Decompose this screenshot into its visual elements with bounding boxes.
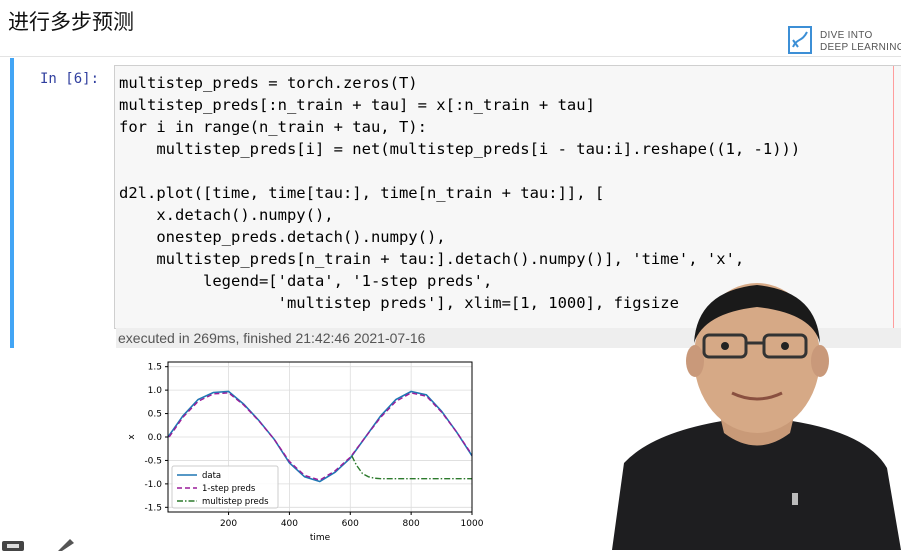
legend-entry: 1-step preds — [202, 484, 256, 494]
x-tick-label: 800 — [403, 519, 420, 529]
code-line: d2l.plot([time, time[tau:], time[n_train… — [119, 184, 605, 202]
y-tick-label: 0.5 — [148, 410, 162, 420]
x-tick-label: 400 — [281, 519, 298, 529]
logo-line-1: DIVE INTO — [820, 30, 873, 41]
x-tick-label: 600 — [342, 519, 359, 529]
y-tick-label: -1.5 — [144, 503, 162, 513]
legend-entry: multistep preds — [202, 497, 269, 507]
dive-into-deep-learning-logo: DIVE INTO DEEP LEARNING — [788, 26, 901, 56]
dive-into-deep-learning-logo-icon — [788, 26, 812, 54]
logo-text: DIVE INTO DEEP LEARNING — [820, 30, 901, 54]
code-text[interactable]: multistep_preds = torch.zeros(T) multist… — [119, 72, 800, 314]
code-line: multistep_preds[i] = net(multistep_preds… — [119, 140, 801, 158]
shirt-logo — [792, 493, 798, 505]
code-line: for i in range(n_train + tau, T): — [119, 118, 427, 136]
y-axis-label: x — [127, 434, 137, 440]
y-tick-label: -1.0 — [144, 480, 162, 490]
presenter-video-overlay — [612, 283, 901, 550]
bottom-toolbar — [0, 536, 90, 551]
pencil-icon[interactable] — [58, 539, 74, 551]
x-tick-label: 200 — [220, 519, 237, 529]
presenter-ear-right — [811, 345, 829, 377]
x-tick-label: 1000 — [461, 519, 484, 529]
code-line: multistep_preds = torch.zeros(T) — [119, 74, 418, 92]
cell-prompt: In [6]: — [40, 71, 100, 87]
y-tick-label: 1.5 — [148, 363, 162, 373]
x-axis-label: time — [310, 533, 331, 542]
y-tick-label: -0.5 — [144, 456, 162, 466]
legend-entry: data — [202, 471, 221, 481]
code-line: 'multistep preds'], xlim=[1, 1000], figs… — [119, 294, 679, 312]
logo-line-2: DEEP LEARNING — [820, 42, 901, 53]
code-line: x.detach().numpy(), — [119, 206, 334, 224]
code-line: legend=['data', '1-step preds', — [119, 272, 493, 290]
presenter-ear-left — [686, 345, 704, 377]
y-tick-label: 0.0 — [148, 433, 163, 443]
cell-selection-bar — [10, 58, 14, 348]
code-line: multistep_preds[:n_train + tau] = x[:n_t… — [119, 96, 595, 114]
y-tick-label: 1.0 — [148, 386, 163, 396]
output-line-chart: 200 400 600 800 1000 1.5 1.0 0.5 0.0 -0.5 -1.0 -1.5… — [127, 361, 484, 542]
code-line: multistep_preds[n_train + tau:].detach()… — [119, 250, 745, 268]
code-line: onestep_preds.detach().numpy(), — [119, 228, 446, 246]
page-title: 进行多步预测 — [8, 10, 134, 34]
slide-header: 进行多步预测 DIVE INTO DEEP LEARNING — [0, 0, 901, 57]
